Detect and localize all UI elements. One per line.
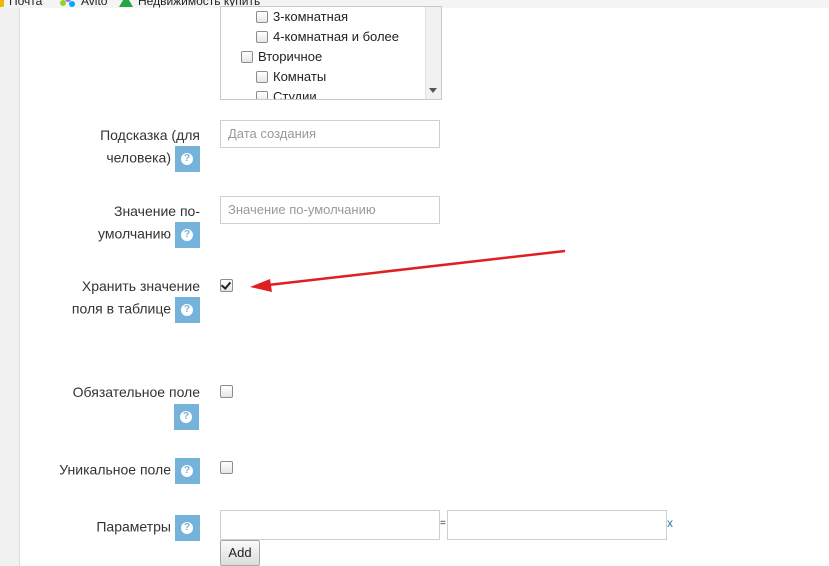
arrow-head-icon <box>250 279 272 292</box>
annotation-arrow <box>250 249 566 292</box>
arrow-shaft <box>267 249 566 287</box>
